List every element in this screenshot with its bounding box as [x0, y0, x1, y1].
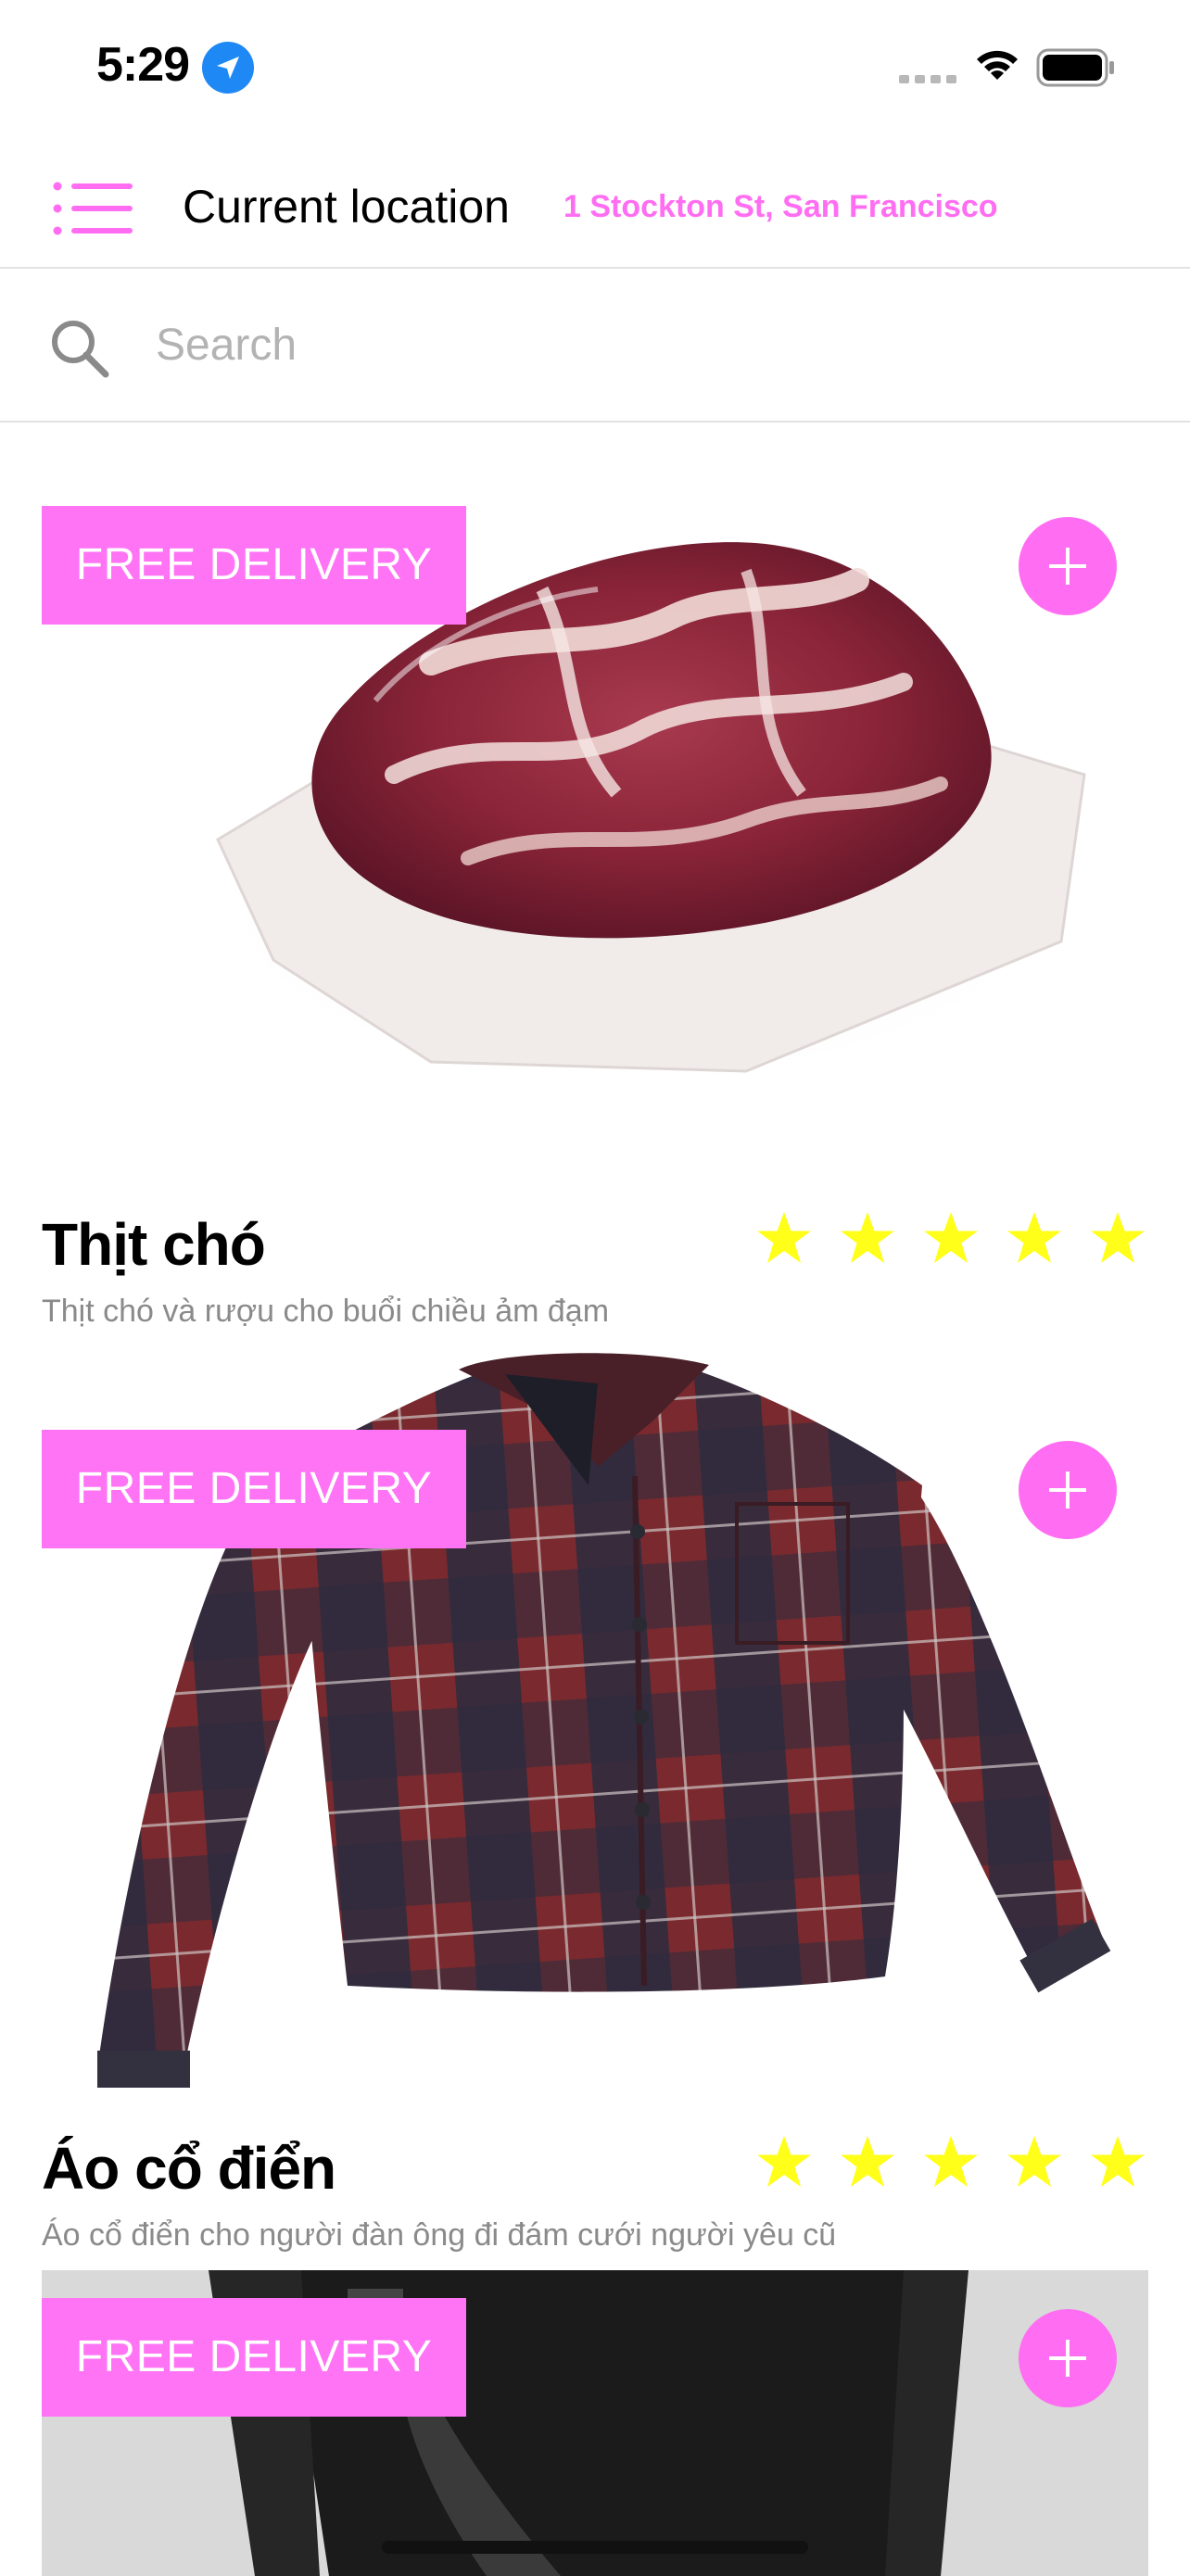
- search-icon: [52, 321, 109, 378]
- star-icon: [924, 2136, 978, 2187]
- current-location-label: Current location: [183, 181, 510, 233]
- battery-icon: [1036, 48, 1114, 87]
- current-location-address[interactable]: 1 Stockton St, San Francisco: [563, 189, 998, 225]
- product-description: Áo cổ điển cho người đàn ông đi đám cưới…: [42, 2217, 837, 2253]
- star-icon: [757, 2136, 811, 2187]
- star-rating: [755, 2134, 1154, 2208]
- star-icon: [1007, 2136, 1061, 2187]
- status-bar: 5:29: [0, 0, 1190, 139]
- product-title: Thịt chó: [42, 1211, 266, 1278]
- location-services-icon: [202, 42, 254, 94]
- plus-icon: [1049, 2340, 1086, 2377]
- location-header: Current location 1 Stockton St, San Fran…: [0, 139, 1190, 269]
- free-delivery-badge: FREE DELIVERY: [42, 506, 466, 625]
- star-icon: [1091, 2136, 1145, 2187]
- star-icon: [1091, 1212, 1145, 1263]
- product-description: Thịt chó và rượu cho buổi chiều ảm đạm: [42, 1294, 610, 1329]
- add-to-cart-button[interactable]: [1019, 2309, 1117, 2407]
- plus-icon: [1049, 1471, 1086, 1509]
- star-icon: [841, 2136, 894, 2187]
- search-input[interactable]: [156, 308, 1157, 382]
- star-icon: [757, 1212, 811, 1263]
- add-to-cart-button[interactable]: [1019, 1441, 1117, 1539]
- wifi-icon: [977, 50, 1018, 80]
- menu-icon[interactable]: [51, 176, 134, 241]
- product-title: Áo cổ điển: [42, 2135, 336, 2202]
- star-icon: [841, 1212, 894, 1263]
- star-rating: [755, 1210, 1154, 1284]
- status-time: 5:29: [96, 38, 190, 92]
- free-delivery-badge: FREE DELIVERY: [42, 1430, 466, 1548]
- plus-icon: [1049, 548, 1086, 585]
- free-delivery-badge: FREE DELIVERY: [42, 2298, 466, 2417]
- star-icon: [1007, 1212, 1061, 1263]
- home-indicator[interactable]: [382, 2541, 808, 2554]
- add-to-cart-button[interactable]: [1019, 517, 1117, 615]
- star-icon: [924, 1212, 978, 1263]
- cellular-signal-icon: [899, 72, 956, 83]
- search-bar: [0, 271, 1190, 423]
